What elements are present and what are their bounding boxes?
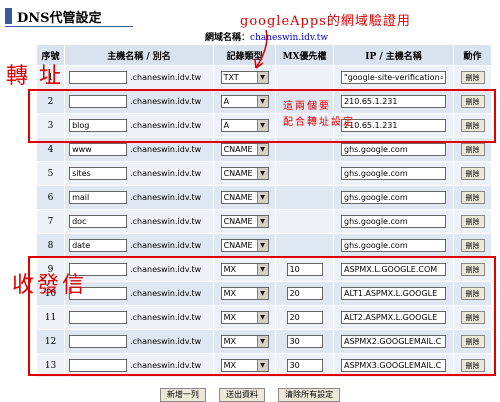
submit-button[interactable]: 送出資料 — [219, 387, 265, 402]
record-type-value: TXT — [223, 73, 239, 82]
mx-cell — [275, 185, 334, 210]
record-type-value: CNAME — [223, 241, 253, 250]
record-type-value: CNAME — [223, 193, 253, 202]
record-type-select[interactable]: CNAME ▼ — [220, 167, 269, 180]
chevron-down-icon: ▼ — [256, 144, 268, 155]
type-cell: CNAME ▼ — [212, 233, 277, 258]
page-title: DNS代管設定 — [17, 11, 102, 26]
chevron-down-icon: ▼ — [256, 240, 268, 251]
add-row-button[interactable]: 新增一列 — [159, 387, 206, 402]
annotation-pair-note-1: 這兩個要 — [283, 101, 331, 112]
col-header-target: IP / 主機名稱 — [332, 44, 455, 66]
action-cell: 刪除 — [453, 233, 492, 258]
host-input[interactable] — [69, 71, 128, 84]
host-cell: .chaneswin.idv.tw — [64, 161, 214, 186]
mx-cell — [275, 209, 334, 234]
domain-suffix: .chaneswin.idv.tw — [130, 169, 202, 178]
row-number: 5 — [35, 161, 66, 186]
type-cell: CNAME ▼ — [212, 209, 277, 234]
target-input[interactable] — [341, 71, 447, 84]
action-cell: 刪除 — [453, 65, 492, 90]
target-input[interactable] — [341, 167, 447, 180]
table-row: 6 .chaneswin.idv.tw CNAME▼ 刪除 — [35, 185, 492, 210]
action-cell: 刪除 — [453, 161, 492, 186]
record-type-select[interactable]: CNAME ▼ — [220, 143, 269, 156]
annotation-pair-note-2: 配合轉址設定 — [283, 117, 355, 128]
domain-suffix: .chaneswin.idv.tw — [130, 145, 202, 154]
host-cell: .chaneswin.idv.tw — [64, 209, 214, 234]
host-cell: .chaneswin.idv.tw — [64, 185, 214, 210]
type-cell: CNAME ▼ — [212, 185, 277, 210]
bottom-actions: 新增一列 送出資料 清除所有設定 — [0, 382, 500, 402]
table-row: 7 .chaneswin.idv.tw CNAME▼ 刪除 — [35, 209, 492, 234]
chevron-down-icon: ▼ — [256, 168, 268, 179]
record-type-select[interactable]: CNAME ▼ — [220, 191, 269, 204]
host-cell: .chaneswin.idv.tw — [64, 233, 214, 258]
domain-suffix: .chaneswin.idv.tw — [130, 241, 202, 250]
forward-highlight-box — [28, 89, 496, 143]
delete-button[interactable]: 刪除 — [460, 239, 485, 252]
target-cell — [332, 185, 455, 210]
target-cell — [332, 161, 455, 186]
annotation-forward: 轉 址 — [6, 64, 63, 89]
target-input[interactable] — [341, 143, 447, 156]
delete-button[interactable]: 刪除 — [460, 167, 485, 180]
mail-highlight-box — [28, 256, 496, 376]
target-cell — [332, 65, 455, 90]
action-cell: 刪除 — [453, 185, 492, 210]
row-number: 6 — [35, 185, 66, 210]
delete-button[interactable]: 刪除 — [460, 191, 485, 204]
annotation-arrow — [254, 29, 268, 69]
target-cell — [332, 233, 455, 258]
host-input[interactable] — [69, 191, 128, 204]
annotation-google-apps: googleApps的網域驗證用 — [240, 14, 411, 29]
host-input[interactable] — [69, 239, 128, 252]
chevron-down-icon: ▼ — [256, 192, 268, 203]
host-input[interactable] — [69, 215, 128, 228]
domain-suffix: .chaneswin.idv.tw — [130, 73, 202, 82]
target-input[interactable] — [341, 215, 447, 228]
target-cell — [332, 209, 455, 234]
record-type-select[interactable]: CNAME ▼ — [220, 239, 269, 252]
type-cell: CNAME ▼ — [212, 161, 277, 186]
record-type-value: CNAME — [223, 217, 253, 226]
host-input[interactable] — [69, 143, 128, 156]
delete-button[interactable]: 刪除 — [460, 215, 485, 228]
record-type-value: CNAME — [223, 169, 253, 178]
record-type-select[interactable]: CNAME ▼ — [220, 215, 269, 228]
mx-cell — [275, 233, 334, 258]
title-marker — [5, 8, 12, 24]
page-title-bar: DNS代管設定 — [5, 5, 133, 27]
col-header-action: 動作 — [453, 44, 492, 66]
domain-label: 網域名稱 — [205, 33, 242, 43]
action-cell: 刪除 — [453, 209, 492, 234]
host-cell: .chaneswin.idv.tw — [64, 65, 214, 90]
host-input[interactable] — [69, 167, 128, 180]
delete-button[interactable]: 刪除 — [460, 143, 485, 156]
mx-cell — [275, 65, 334, 90]
domain-suffix: .chaneswin.idv.tw — [130, 217, 202, 226]
chevron-down-icon: ▼ — [256, 216, 268, 227]
table-row: 8 .chaneswin.idv.tw CNAME▼ 刪除 — [35, 233, 492, 258]
table-row: 5 .chaneswin.idv.tw CNAME▼ 刪除 — [35, 161, 492, 186]
domain-suffix: .chaneswin.idv.tw — [130, 193, 202, 202]
clear-all-button[interactable]: 清除所有設定 — [278, 387, 341, 402]
row-number: 7 — [35, 209, 66, 234]
delete-button[interactable]: 刪除 — [460, 71, 485, 84]
col-header-mx: MX優先權 — [275, 44, 334, 66]
target-input[interactable] — [341, 191, 447, 204]
record-type-value: CNAME — [223, 145, 253, 154]
row-number: 8 — [35, 233, 66, 258]
title-underline — [5, 26, 133, 27]
target-input[interactable] — [341, 239, 447, 252]
col-header-host: 主機名稱 / 別名 — [64, 44, 214, 66]
mx-cell — [275, 161, 334, 186]
